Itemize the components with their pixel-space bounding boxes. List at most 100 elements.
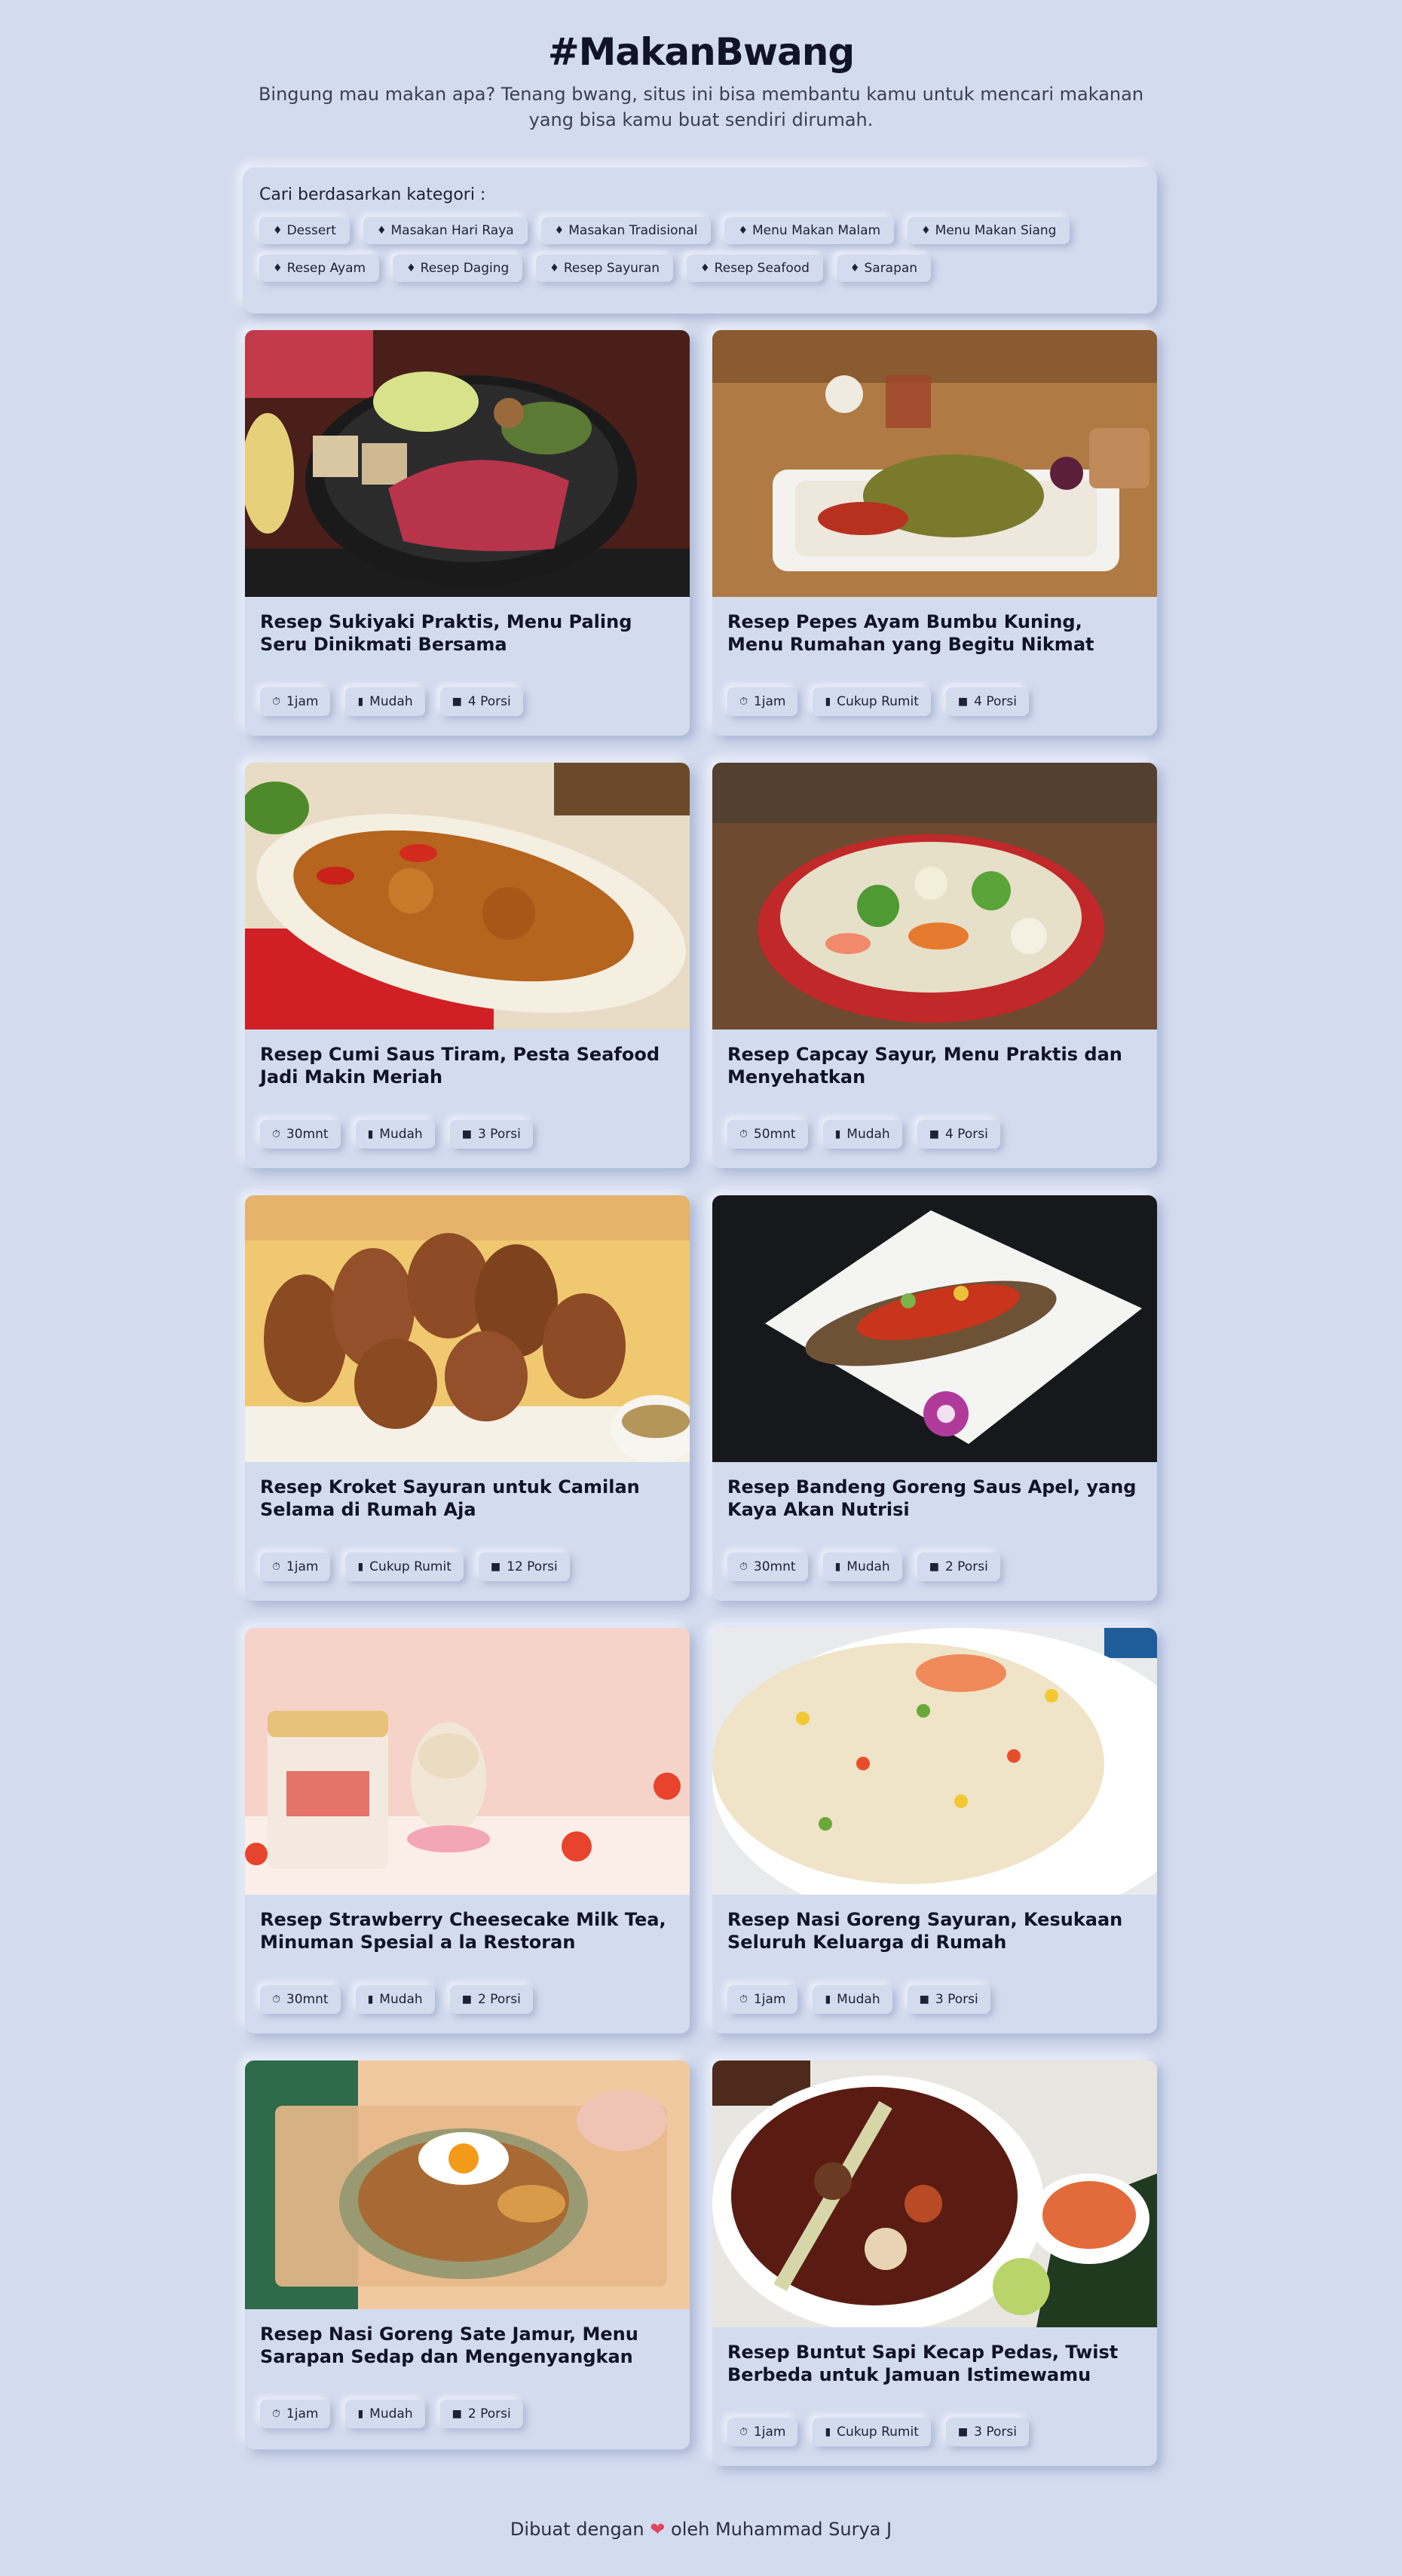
tag-icon: ♦ [273, 225, 283, 237]
time-value: 1jam [286, 1559, 319, 1574]
recipe-card[interactable]: Resep Capcay Sayur, Menu Praktis dan Men… [712, 763, 1157, 1168]
difficulty-value: Cukup Rumit [837, 694, 919, 709]
time-badge: ⏱ 30mnt [727, 1553, 808, 1581]
time-value: 1jam [753, 2425, 786, 2440]
recipe-title[interactable]: Resep Nasi Goreng Sayuran, Kesukaan Selu… [712, 1895, 1157, 1978]
recipe-card[interactable]: Resep Buntut Sapi Kecap Pedas, Twist Ber… [712, 2060, 1157, 2466]
clock-icon: ⏱ [272, 1993, 280, 2005]
difficulty-badge: ▮ Mudah [345, 2400, 425, 2428]
recipe-title[interactable]: Resep Capcay Sayur, Menu Praktis dan Men… [712, 1029, 1157, 1112]
site-subtitle: Bingung mau makan apa? Tenang bwang, sit… [258, 84, 1144, 130]
chip-label: Masakan Tradisional [568, 223, 698, 238]
signal-bars-icon: ▮ [357, 1561, 364, 1573]
difficulty-value: Cukup Rumit [837, 2425, 919, 2440]
category-chip-masakan-hari-raya[interactable]: ♦ Masakan Hari Raya [363, 217, 528, 244]
recipe-card[interactable]: Resep Pepes Ayam Bumbu Kuning, Menu Ruma… [712, 330, 1157, 736]
recipe-image-buntut-sapi[interactable] [712, 2060, 1157, 2327]
recipe-image-pepes-ayam[interactable] [712, 330, 1157, 597]
recipe-meta: ⏱ 1jam ▮ Mudah ■ 4 Porsi [245, 680, 690, 736]
time-value: 30mnt [753, 1559, 796, 1574]
recipe-card[interactable]: Resep Nasi Goreng Sate Jamur, Menu Sarap… [245, 2060, 690, 2449]
recipe-title[interactable]: Resep Pepes Ayam Bumbu Kuning, Menu Ruma… [712, 597, 1157, 680]
recipe-image-kroket[interactable] [245, 1195, 690, 1462]
signal-bars-icon: ▮ [367, 1128, 374, 1140]
category-panel: Cari berdasarkan kategori : ♦ Dessert ♦ Ma… [243, 167, 1157, 314]
recipe-card[interactable]: Resep Sukiyaki Praktis, Menu Paling Seru… [245, 330, 690, 736]
category-chip-resep-daging[interactable]: ♦ Resep Daging [393, 255, 523, 282]
portion-value: 4 Porsi [467, 694, 511, 709]
box-icon: ■ [919, 1993, 929, 2005]
recipe-title[interactable]: Resep Bandeng Goreng Saus Apel, yang Kay… [712, 1462, 1157, 1545]
category-chip-menu-makan-siang[interactable]: ♦ Menu Makan Siang [908, 217, 1070, 244]
recipe-image-strawberry-milk-tea[interactable] [245, 1628, 690, 1895]
difficulty-badge: ▮ Cukup Rumit [813, 2418, 931, 2446]
time-badge: ⏱ 1jam [727, 2418, 798, 2446]
recipe-card[interactable]: Resep Cumi Saus Tiram, Pesta Seafood Jad… [245, 763, 690, 1168]
box-icon: ■ [452, 696, 462, 708]
portion-badge: ■ 3 Porsi [945, 2418, 1029, 2446]
category-chip-sarapan[interactable]: ♦ Sarapan [836, 255, 932, 282]
difficulty-badge: ▮ Mudah [355, 1985, 435, 2014]
portion-badge: ■ 3 Porsi [907, 1985, 990, 2014]
recipe-image-nasi-goreng-sayuran[interactable] [712, 1628, 1157, 1895]
category-chip-masakan-tradisional[interactable]: ♦ Masakan Tradisional [540, 217, 712, 244]
box-icon: ■ [957, 696, 969, 708]
category-chip-resep-ayam[interactable]: ♦ Resep Ayam [259, 255, 380, 282]
difficulty-badge: ▮ Mudah [355, 1120, 435, 1149]
box-icon: ■ [929, 1128, 939, 1140]
recipe-meta: ⏱ 30mnt ▮ Mudah ■ 2 Porsi [712, 1545, 1157, 1601]
portion-badge: ■ 2 Porsi [917, 1553, 1000, 1581]
time-value: 50mnt [753, 1127, 796, 1142]
signal-bars-icon: ▮ [367, 1993, 374, 2005]
time-badge: ⏱ 1jam [727, 1985, 798, 2014]
category-chip-resep-seafood[interactable]: ♦ Resep Seafood [687, 255, 823, 282]
box-icon: ■ [957, 2426, 969, 2438]
signal-bars-icon: ▮ [357, 2408, 364, 2420]
time-value: 1jam [286, 694, 319, 709]
recipe-title[interactable]: Resep Buntut Sapi Kecap Pedas, Twist Ber… [712, 2327, 1157, 2410]
recipe-image-cumi-saus-tiram[interactable] [245, 763, 690, 1029]
box-icon: ■ [461, 1993, 472, 2005]
recipe-card[interactable]: Resep Bandeng Goreng Saus Apel, yang Kay… [712, 1195, 1157, 1601]
difficulty-value: Mudah [379, 1127, 423, 1142]
heart-icon: ❤ [650, 2519, 666, 2540]
recipe-title[interactable]: Resep Strawberry Cheesecake Milk Tea, Mi… [245, 1895, 690, 1978]
category-heading: Cari berdasarkan kategori : [259, 185, 486, 204]
recipe-image-capcay[interactable] [712, 763, 1157, 1029]
recipe-title[interactable]: Resep Nasi Goreng Sate Jamur, Menu Sarap… [245, 2309, 690, 2392]
recipe-image-nasi-goreng-sate-jamur[interactable] [245, 2060, 690, 2309]
tag-icon: ♦ [849, 262, 860, 274]
chip-label: Dessert [286, 223, 336, 238]
recipe-meta: ⏱ 1jam ▮ Cukup Rumit ■ 12 Porsi [245, 1545, 690, 1601]
recipe-meta: ⏱ 30mnt ▮ Mudah ■ 3 Porsi [245, 1112, 690, 1168]
category-chip-menu-makan-malam[interactable]: ♦ Menu Makan Malam [724, 217, 895, 244]
portion-value: 3 Porsi [974, 2425, 1017, 2440]
recipe-title[interactable]: Resep Kroket Sayuran untuk Camilan Selam… [245, 1462, 690, 1545]
signal-bars-icon: ▮ [825, 2426, 831, 2438]
portion-value: 2 Porsi [477, 1992, 521, 2007]
chip-label: Resep Ayam [286, 261, 366, 276]
recipe-image-sukiyaki[interactable] [245, 330, 690, 597]
time-badge: ⏱ 50mnt [727, 1120, 808, 1149]
site-title: #MakanBwang [547, 30, 855, 74]
recipe-title[interactable]: Resep Sukiyaki Praktis, Menu Paling Seru… [245, 597, 690, 680]
time-value: 30mnt [286, 1127, 329, 1142]
page-footer: Dibuat dengan ❤ oleh Muhammad Surya J [0, 2519, 1402, 2540]
category-chip-resep-sayuran[interactable]: ♦ Resep Sayuran [536, 255, 674, 282]
clock-icon: ⏱ [272, 1561, 280, 1573]
recipe-image-bandeng[interactable] [712, 1195, 1157, 1462]
portion-value: 2 Porsi [467, 2406, 511, 2422]
recipe-card[interactable]: Resep Nasi Goreng Sayuran, Kesukaan Selu… [712, 1628, 1157, 2033]
clock-icon: ⏱ [739, 2426, 748, 2438]
recipe-title[interactable]: Resep Cumi Saus Tiram, Pesta Seafood Jad… [245, 1029, 690, 1112]
time-badge: ⏱ 30mnt [260, 1985, 341, 2014]
portion-badge: ■ 2 Porsi [439, 2400, 523, 2428]
difficulty-badge: ▮ Mudah [822, 1553, 902, 1581]
difficulty-value: Mudah [846, 1127, 890, 1142]
box-icon: ■ [452, 2408, 462, 2420]
recipe-card[interactable]: Resep Kroket Sayuran untuk Camilan Selam… [245, 1195, 690, 1601]
category-chip-dessert[interactable]: ♦ Dessert [259, 217, 350, 244]
recipe-card[interactable]: Resep Strawberry Cheesecake Milk Tea, Mi… [245, 1628, 690, 2033]
tag-icon: ♦ [738, 225, 748, 237]
chip-label: Resep Sayuran [563, 261, 660, 276]
